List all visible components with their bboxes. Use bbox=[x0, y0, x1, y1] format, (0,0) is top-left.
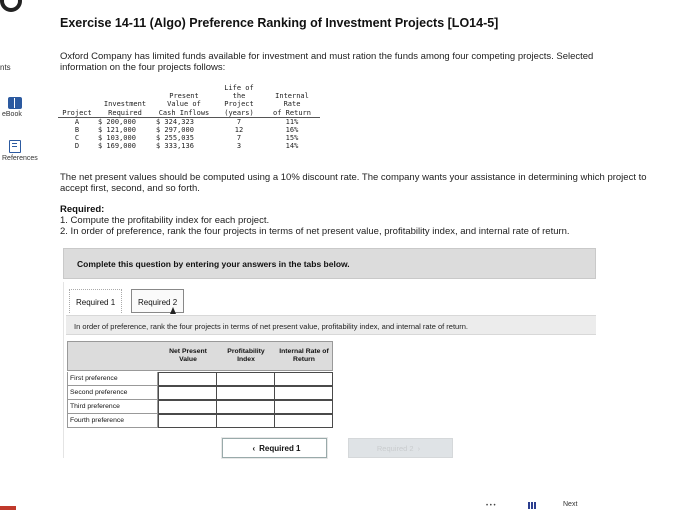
row-label: Fourth preference bbox=[67, 414, 158, 428]
footer-strip: • • • Next bbox=[0, 501, 700, 510]
life-header-1: Life of bbox=[224, 84, 254, 92]
npv-answer-input[interactable] bbox=[158, 386, 217, 400]
logo bbox=[0, 0, 24, 18]
chevron-right-icon: › bbox=[417, 443, 421, 453]
investment-cell: $ 169,000 bbox=[98, 142, 136, 151]
table-row: B $ 121,000 $ 297,000 12 16% bbox=[58, 126, 320, 134]
instruction-text: In order of preference, rank the four pr… bbox=[74, 322, 468, 331]
instruction-bar: In order of preference, rank the four pr… bbox=[66, 315, 596, 335]
book-icon bbox=[8, 97, 22, 109]
row-label: Second preference bbox=[67, 386, 158, 400]
pi-answer-input[interactable] bbox=[216, 372, 275, 386]
investment-cell: $ 200,000 bbox=[98, 117, 136, 126]
answer-row: Third preference bbox=[67, 400, 333, 414]
complete-banner-text: Complete this question by entering your … bbox=[77, 259, 350, 269]
life-header-2: the bbox=[232, 92, 246, 101]
pi-answer-input[interactable] bbox=[216, 386, 275, 400]
pv-cell: $ 297,000 bbox=[156, 126, 194, 135]
irr-answer-input[interactable] bbox=[274, 400, 333, 414]
next-tab-label: Required 2 bbox=[376, 443, 414, 453]
life-cell: 12 bbox=[234, 126, 244, 135]
row-label: First preference bbox=[67, 372, 158, 386]
previous-tab-button[interactable]: ‹ Required 1 bbox=[222, 438, 327, 458]
document-icon bbox=[9, 140, 21, 153]
page-title: Exercise 14-11 (Algo) Preference Ranking… bbox=[60, 16, 499, 30]
npv-answer-input[interactable] bbox=[158, 414, 217, 428]
life-header-3: Project bbox=[224, 100, 254, 109]
life-cell: 3 bbox=[236, 142, 242, 151]
required-heading: Required: bbox=[60, 204, 105, 215]
previous-tab-label: Required 1 bbox=[259, 443, 301, 453]
table-row: A $ 200,000 $ 324,323 7 11% bbox=[58, 117, 320, 126]
life-cell: 7 bbox=[236, 134, 242, 143]
investment-cell: $ 103,000 bbox=[98, 134, 136, 143]
life-cell: 7 bbox=[236, 117, 242, 126]
pi-answer-input[interactable] bbox=[216, 414, 275, 428]
project-cell: A bbox=[74, 117, 80, 126]
irr-cell: 14% bbox=[285, 142, 299, 151]
investment-header-2: Required bbox=[96, 108, 154, 118]
pi-answer-input[interactable] bbox=[216, 400, 275, 414]
footer-next-link[interactable]: Next bbox=[563, 501, 577, 508]
complete-banner: Complete this question by entering your … bbox=[63, 248, 596, 279]
life-header-4: (years) bbox=[214, 108, 264, 118]
project-cell: D bbox=[74, 142, 80, 151]
mouse-cursor bbox=[170, 307, 176, 314]
pv-header-3: Cash Inflows bbox=[154, 108, 214, 118]
tab-required-1[interactable]: Required 1 bbox=[69, 289, 123, 313]
points-label: nts bbox=[0, 63, 11, 72]
npv-answer-input[interactable] bbox=[158, 372, 217, 386]
pv-cell: $ 333,136 bbox=[156, 142, 194, 151]
investment-cell: $ 121,000 bbox=[98, 126, 136, 135]
table-row: D $ 169,000 $ 333,136 3 14% bbox=[58, 142, 320, 150]
pv-header-2: Value of bbox=[167, 100, 201, 109]
required-item-2: 2. In order of preference, rank the four… bbox=[60, 226, 570, 237]
irr-answer-input[interactable] bbox=[274, 414, 333, 428]
tab-required-2[interactable]: Required 2 bbox=[131, 289, 185, 313]
pv-cell: $ 255,035 bbox=[156, 134, 194, 143]
answer-row: First preference bbox=[67, 372, 333, 386]
irr-answer-input[interactable] bbox=[274, 386, 333, 400]
chevron-left-icon: ‹ bbox=[252, 443, 256, 453]
irr-answer-input[interactable] bbox=[274, 372, 333, 386]
col-header-npv: Net Present Value bbox=[169, 348, 207, 363]
col-header-irr: Internal Rate of Return bbox=[279, 348, 329, 363]
pv-cell: $ 324,323 bbox=[156, 117, 194, 126]
intro-text: Oxford Company has limited funds availab… bbox=[60, 51, 594, 73]
next-tab-button[interactable]: Required 2 › bbox=[348, 438, 453, 458]
irr-header-1: Internal bbox=[275, 92, 309, 101]
grid-header: Net Present Value Profitability Index In… bbox=[67, 341, 333, 371]
npv-answer-input[interactable] bbox=[158, 400, 217, 414]
grid-icon[interactable] bbox=[528, 502, 537, 509]
pagination-dots: • • • bbox=[486, 503, 496, 509]
project-cell: B bbox=[74, 126, 80, 135]
required-item-1: 1. Compute the profitability index for e… bbox=[60, 215, 270, 226]
irr-cell: 11% bbox=[285, 117, 299, 126]
left-rail: nts eBook References bbox=[0, 0, 38, 510]
pv-header-1: Present bbox=[169, 92, 199, 101]
ebook-label: eBook bbox=[2, 111, 22, 118]
required-list: 1. Compute the profitability index for e… bbox=[60, 215, 570, 237]
table-row: C $ 103,000 $ 255,035 7 15% bbox=[58, 134, 320, 142]
col-header-pi: Profitability Index bbox=[227, 348, 265, 363]
irr-header-3: of Return bbox=[264, 108, 320, 118]
references-label: References bbox=[2, 155, 38, 162]
irr-cell: 16% bbox=[285, 126, 299, 135]
project-header: Project bbox=[58, 108, 96, 118]
answer-row: Fourth preference bbox=[67, 414, 333, 428]
references-link[interactable]: References bbox=[0, 140, 38, 162]
investment-header-1: Investment bbox=[103, 100, 147, 109]
answer-row: Second preference bbox=[67, 386, 333, 400]
projects-table: Life of Present the Internal Investment … bbox=[58, 84, 320, 151]
ebook-link[interactable]: eBook bbox=[0, 97, 38, 118]
irr-header-2: Rate bbox=[283, 100, 301, 109]
project-cell: C bbox=[74, 134, 80, 143]
npv-instructions: The net present values should be compute… bbox=[60, 172, 647, 194]
irr-cell: 15% bbox=[285, 134, 299, 143]
row-label: Third preference bbox=[67, 400, 158, 414]
